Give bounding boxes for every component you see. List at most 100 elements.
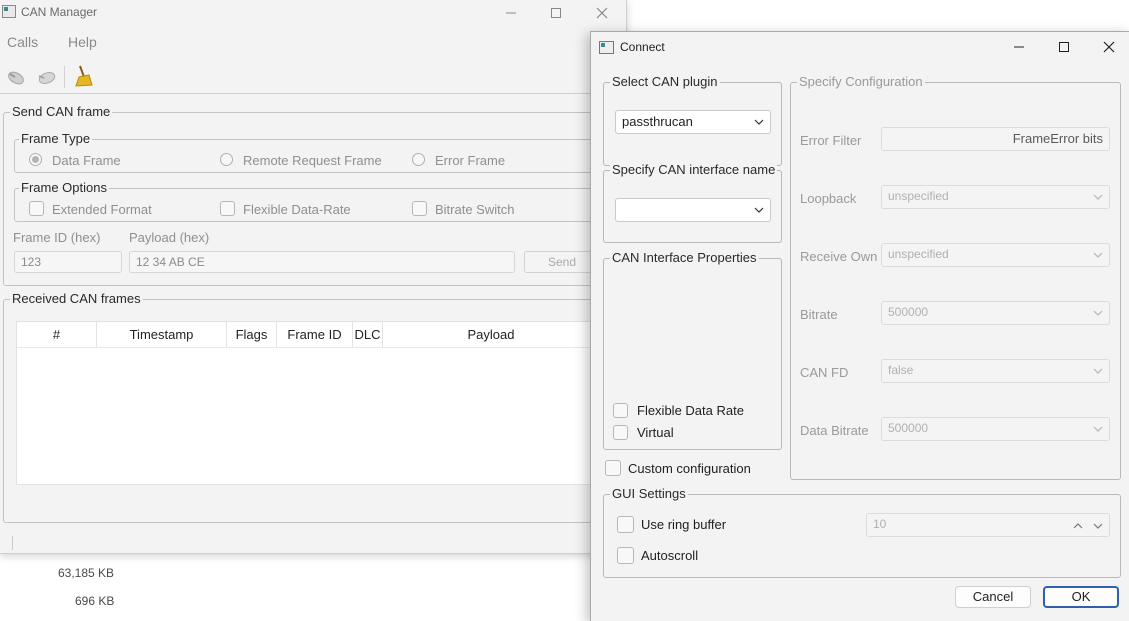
minimize-icon [506, 12, 516, 14]
cancel-button[interactable]: Cancel [955, 586, 1031, 608]
data-bitrate-label: Data Bitrate [800, 423, 869, 438]
connect-dialog: Connect Select CAN plugin passthrucan Sp… [590, 31, 1129, 621]
autoscroll-checkbox[interactable] [617, 547, 634, 564]
toolbar-separator [64, 66, 65, 88]
chevron-down-icon [1093, 310, 1103, 316]
error-filter-label: Error Filter [800, 133, 862, 148]
chevron-down-icon [1093, 368, 1103, 374]
can-fd-select[interactable]: false [881, 359, 1110, 383]
remote-request-radio[interactable] [220, 153, 233, 166]
payload-input[interactable]: 12 34 AB CE [129, 251, 515, 273]
custom-configuration-label: Custom configuration [628, 461, 751, 476]
receive-own-value: unspecified [888, 247, 949, 261]
ring-buffer-spinbox[interactable]: 10 [866, 513, 1110, 537]
frame-type-group: Frame Type Data Frame Remote Request Fra… [14, 131, 646, 173]
virtual-checkbox[interactable] [613, 425, 628, 440]
interface-name-group: Specify CAN interface name [603, 162, 782, 243]
received-frames-title: Received CAN frames [10, 291, 143, 306]
send-frame-group: Send CAN frame Frame Type Data Frame Rem… [3, 104, 646, 286]
menu-help[interactable]: Help [68, 34, 97, 50]
flexible-data-rate-label: Flexible Data Rate [637, 403, 744, 418]
dialog-minimize-button[interactable] [996, 34, 1042, 60]
column-flags[interactable]: Flags [227, 322, 277, 347]
loopback-select[interactable]: unspecified [881, 185, 1110, 209]
dialog-close-button[interactable] [1086, 34, 1129, 60]
close-button[interactable] [579, 0, 625, 26]
interface-name-title: Specify CAN interface name [610, 162, 778, 177]
interface-name-select[interactable] [615, 198, 771, 222]
close-icon [596, 7, 608, 19]
error-filter-value: FrameError bits [1012, 131, 1103, 146]
autoscroll-label: Autoscroll [641, 548, 699, 563]
loopback-label: Loopback [800, 191, 857, 206]
maximize-icon [551, 8, 561, 18]
flexible-data-rate-checkbox[interactable] [613, 403, 628, 418]
chevron-down-icon [1093, 252, 1103, 258]
clear-toolbar-button[interactable] [72, 64, 96, 88]
minimize-icon [1014, 46, 1024, 48]
bitrate-label: Bitrate [800, 307, 838, 322]
gui-settings-title: GUI Settings [610, 486, 688, 501]
gui-settings-group: GUI Settings Use ring buffer 10 Autoscro… [603, 486, 1121, 578]
receive-own-label: Receive Own [800, 249, 878, 264]
menu-calls[interactable]: Calls [7, 34, 38, 50]
plug-connect-icon [8, 71, 24, 85]
frame-id-input[interactable]: 123 [14, 251, 122, 273]
frame-id-label: Frame ID (hex) [13, 230, 101, 245]
can-manager-window: CAN Manager Calls Help Send CAN frame Fr… [0, 0, 646, 554]
use-ring-buffer-label: Use ring buffer [641, 517, 727, 532]
use-ring-buffer-checkbox[interactable] [617, 516, 634, 533]
connect-toolbar-button[interactable] [4, 66, 28, 88]
column-timestamp[interactable]: Timestamp [97, 322, 227, 347]
error-frame-label: Error Frame [435, 153, 506, 168]
error-frame-radio[interactable] [412, 153, 425, 166]
minimize-button[interactable] [488, 0, 534, 26]
plug-disconnect-icon [38, 72, 56, 84]
toolbar-divider [0, 93, 626, 94]
column-payload[interactable]: Payload [383, 322, 599, 347]
specify-configuration-group: Specify Configuration Error Filter Frame… [790, 74, 1121, 480]
chevron-down-icon[interactable] [1093, 521, 1103, 531]
dialog-app-icon [599, 41, 614, 54]
status-bar-divider [12, 536, 13, 550]
error-filter-input[interactable]: FrameError bits [881, 127, 1110, 151]
chevron-up-icon[interactable] [1073, 521, 1083, 531]
remote-request-label: Remote Request Frame [243, 153, 382, 168]
receive-own-select[interactable]: unspecified [881, 243, 1110, 267]
flexible-data-rate-label: Flexible Data-Rate [243, 202, 351, 217]
can-fd-label: CAN FD [800, 365, 849, 380]
loopback-value: unspecified [888, 189, 949, 203]
can-fd-value: false [888, 363, 914, 377]
extended-format-checkbox[interactable] [29, 201, 44, 216]
send-button[interactable]: Send [524, 251, 600, 273]
frame-options-group: Frame Options Extended Format Flexible D… [14, 180, 646, 222]
maximize-icon [1059, 42, 1069, 52]
disconnect-toolbar-button[interactable] [35, 66, 59, 88]
maximize-button[interactable] [533, 0, 579, 26]
column-number[interactable]: # [17, 322, 97, 347]
column-frame-id[interactable]: Frame ID [277, 322, 353, 347]
column-dlc[interactable]: DLC [353, 322, 383, 347]
received-frames-group: Received CAN frames # Timestamp Flags Fr… [3, 291, 646, 523]
ring-buffer-value: 10 [873, 517, 887, 531]
bitrate-switch-checkbox[interactable] [412, 201, 427, 216]
data-bitrate-select[interactable]: 500000 [881, 417, 1110, 441]
dialog-maximize-button[interactable] [1041, 34, 1087, 60]
custom-configuration-checkbox[interactable] [605, 460, 621, 476]
file-size-1: 63,185 KB [58, 566, 115, 580]
ok-button[interactable]: OK [1043, 586, 1119, 608]
app-icon [2, 5, 16, 18]
bitrate-select[interactable]: 500000 [881, 301, 1110, 325]
frame-options-title: Frame Options [19, 180, 109, 195]
plugin-select[interactable]: passthrucan [615, 110, 771, 134]
window-title: CAN Manager [21, 5, 98, 19]
frames-table-header: # Timestamp Flags Frame ID DLC Payload [17, 322, 645, 348]
bitrate-value: 500000 [888, 305, 929, 319]
bitrate-switch-label: Bitrate Switch [435, 202, 515, 217]
flexible-data-rate-checkbox[interactable] [220, 201, 235, 216]
broom-icon [75, 65, 93, 87]
data-frame-radio[interactable] [29, 153, 42, 166]
data-frame-label: Data Frame [52, 153, 121, 168]
plugin-select-value: passthrucan [622, 114, 693, 129]
select-plugin-group: Select CAN plugin passthrucan [603, 74, 782, 166]
